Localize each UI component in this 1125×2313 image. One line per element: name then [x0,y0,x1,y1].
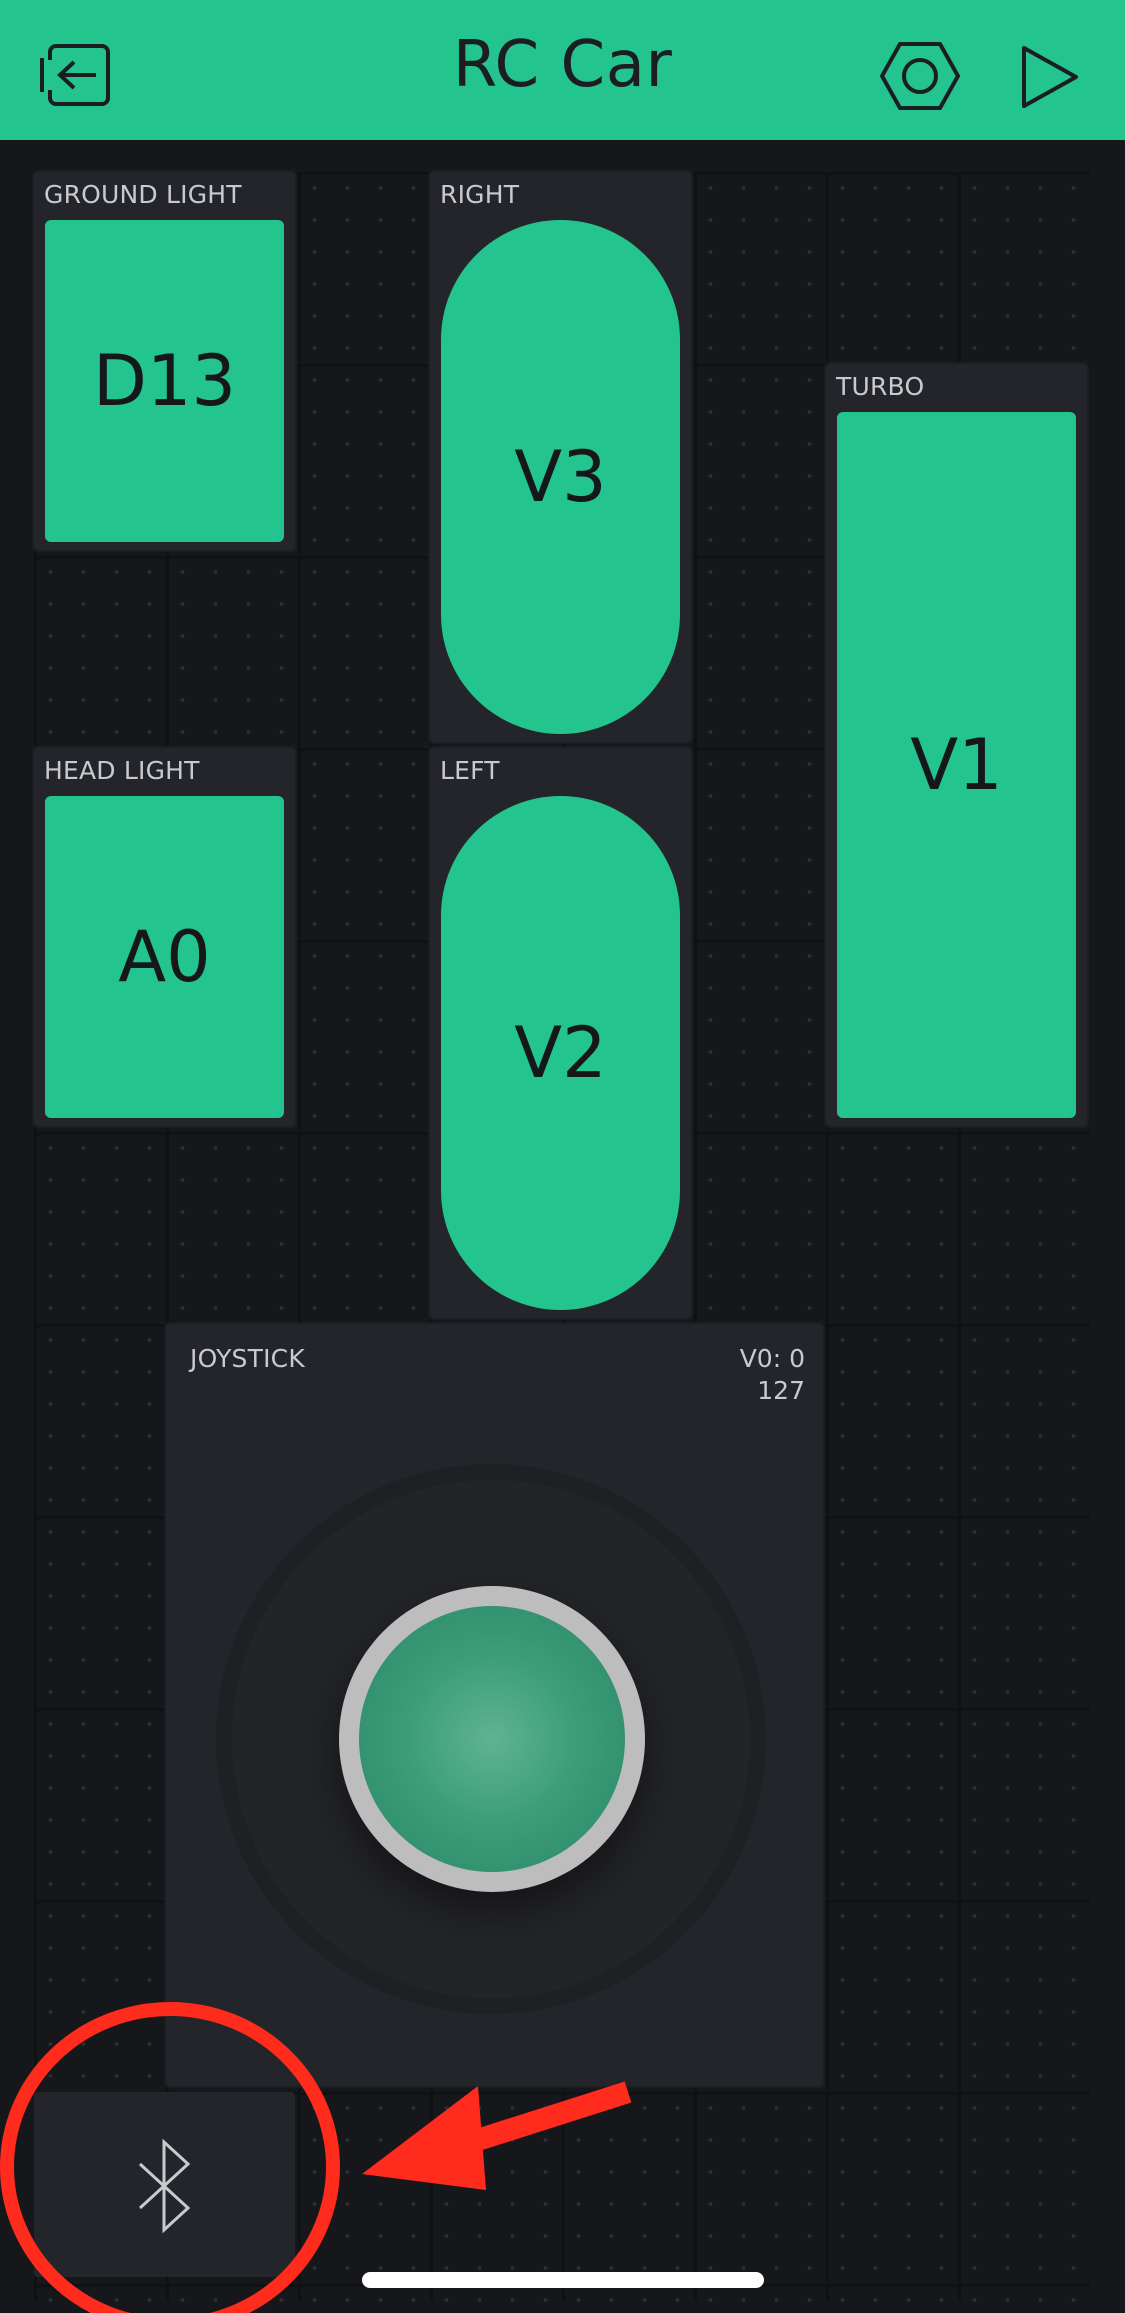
ground-light-widget: GROUND LIGHT D13 [34,172,295,550]
annotation-overlay [0,2002,632,2313]
head-light-widget: HEAD LIGHT A0 [34,748,295,1126]
joystick-knob-center [359,1606,625,1872]
left-pin: V2 [514,1012,607,1094]
head-light-label: HEAD LIGHT [44,756,200,785]
turbo-widget: TURBO V1 [826,364,1087,1126]
head-light-button[interactable]: A0 [45,796,284,1118]
right-widget: RIGHT V3 [430,172,691,742]
right-button[interactable]: V3 [441,220,680,734]
ground-light-label: GROUND LIGHT [44,180,242,209]
play-icon[interactable] [1020,44,1080,110]
turbo-button[interactable]: V1 [837,412,1076,1118]
head-light-pin: A0 [118,916,211,998]
app-header: RC Car [0,0,1125,140]
left-button[interactable]: V2 [441,796,680,1310]
settings-hexagon-icon[interactable] [880,40,960,112]
joystick-value-line-2: 127 [757,1376,805,1405]
left-widget: LEFT V2 [430,748,691,1318]
joystick-knob[interactable] [339,1586,645,1892]
joystick-label: JOYSTICK [190,1344,305,1373]
home-indicator [362,2272,764,2288]
joystick-widget: JOYSTICK V0: 0 127 [166,1324,823,2086]
annotation-circle [0,2002,340,2313]
annotation-arrow-head [362,2086,486,2190]
turbo-pin: V1 [910,724,1003,806]
left-label: LEFT [440,756,500,785]
ground-light-pin: D13 [93,340,236,422]
right-label: RIGHT [440,180,520,209]
ground-light-button[interactable]: D13 [45,220,284,542]
joystick-value-line-1: V0: 0 [739,1344,805,1373]
right-pin: V3 [514,436,607,518]
turbo-label: TURBO [836,372,925,401]
